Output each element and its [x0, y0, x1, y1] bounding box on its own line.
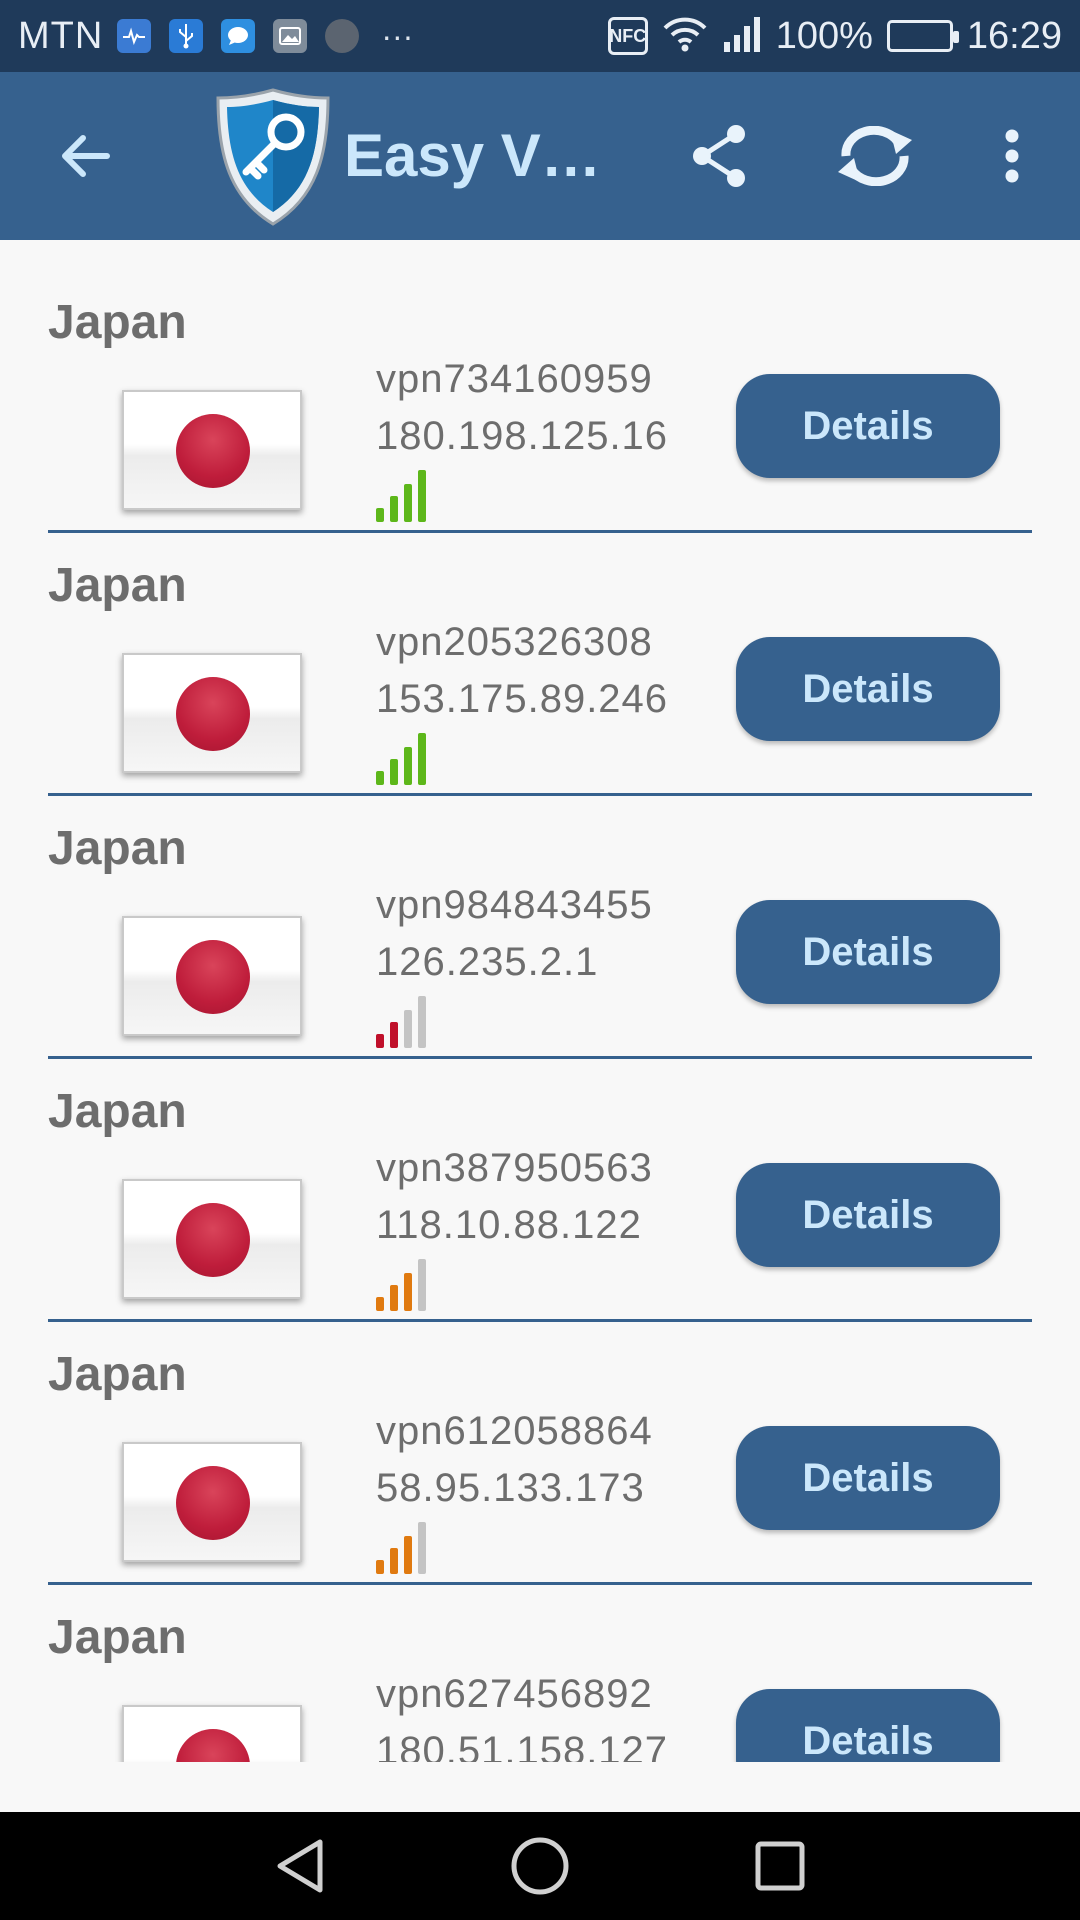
server-list[interactable]: Japan vpn734160959 180.198.125.16 Detail…: [0, 240, 1080, 1762]
signal-bar: [390, 496, 398, 522]
signal-bar: [376, 508, 384, 522]
signal-bar: [418, 470, 426, 522]
clock: 16:29: [966, 14, 1062, 57]
cell-signal-icon: [722, 16, 762, 57]
nav-home-button[interactable]: [480, 1812, 600, 1920]
signal-bar: [404, 1536, 412, 1574]
battery-charging-icon: [886, 20, 959, 52]
signal-bar: [404, 1010, 412, 1048]
server-ip: 180.198.125.16: [376, 414, 669, 458]
signal-strength-icon: [376, 1257, 440, 1311]
details-button[interactable]: Details: [736, 1426, 1000, 1530]
signal-bar: [418, 733, 426, 785]
refresh-button[interactable]: [815, 72, 935, 240]
nav-home-icon: [511, 1837, 569, 1895]
more-notifications-icon: ···: [381, 17, 414, 54]
server-ip: 118.10.88.122: [376, 1203, 642, 1247]
signal-strength-icon: [376, 468, 440, 522]
system-navigation-bar: [0, 1812, 1080, 1920]
server-hostname: vpn734160959: [376, 357, 653, 401]
server-ip: 58.95.133.173: [376, 1466, 645, 1510]
signal-strength-icon: [376, 731, 440, 785]
details-button[interactable]: Details: [736, 374, 1000, 478]
app-bar: Easy V…: [0, 72, 1080, 240]
server-list-item: Japan vpn387950563 118.10.88.122 Details: [48, 1059, 1032, 1322]
more-vert-icon: [1005, 129, 1019, 183]
server-ip: 180.51.158.127: [376, 1729, 669, 1762]
shield-key-logo: [216, 88, 330, 226]
server-list-item: Japan vpn627456892 180.51.158.127 Detail…: [48, 1585, 1032, 1762]
carrier-label: MTN: [18, 14, 104, 57]
signal-bar: [390, 1022, 398, 1048]
country-name: Japan: [48, 296, 187, 349]
signal-bar: [418, 996, 426, 1048]
japan-flag-icon: [122, 916, 302, 1036]
server-list-item: Japan vpn205326308 153.175.89.246 Detail…: [48, 533, 1032, 796]
signal-bar: [404, 484, 412, 522]
server-hostname: vpn205326308: [376, 620, 653, 664]
signal-strength-icon: [376, 994, 440, 1048]
server-hostname: vpn627456892: [376, 1672, 653, 1716]
app-title: Easy V…: [344, 122, 601, 189]
signal-bar: [376, 1560, 384, 1574]
refresh-icon: [838, 126, 912, 186]
status-indicators: NFC 100% 16:29: [607, 14, 1062, 58]
signal-bar: [376, 771, 384, 785]
nav-back-button[interactable]: [240, 1812, 360, 1920]
nav-recents-button[interactable]: [720, 1812, 840, 1920]
server-hostname: vpn612058864: [376, 1409, 653, 1453]
country-name: Japan: [48, 559, 187, 612]
country-name: Japan: [48, 822, 187, 875]
share-icon: [693, 125, 745, 187]
message-notification-icon: [221, 19, 256, 53]
signal-strength-icon: [376, 1520, 440, 1574]
signal-bar: [418, 1259, 426, 1311]
signal-bar: [390, 1548, 398, 1574]
signal-bar: [404, 747, 412, 785]
arrow-back-icon: [62, 135, 110, 177]
back-button[interactable]: [25, 72, 145, 240]
country-name: Japan: [48, 1085, 187, 1138]
server-hostname: vpn387950563: [376, 1146, 653, 1190]
signal-bar: [376, 1297, 384, 1311]
japan-flag-icon: [122, 1705, 302, 1762]
signal-bar: [390, 1285, 398, 1311]
signal-bar: [390, 759, 398, 785]
signal-bar: [376, 1034, 384, 1048]
status-bar: MTN ··· NFC 100% 16:29: [0, 0, 1080, 72]
nav-back-icon: [277, 1839, 323, 1893]
share-button[interactable]: [660, 72, 780, 240]
gallery-notification-icon: [273, 19, 308, 53]
japan-flag-icon: [122, 1442, 302, 1562]
server-ip: 126.235.2.1: [376, 940, 599, 984]
signal-bar: [404, 1273, 412, 1311]
avatar-notification-icon: [325, 19, 360, 53]
server-ip: 153.175.89.246: [376, 677, 669, 721]
details-button[interactable]: Details: [736, 1163, 1000, 1267]
country-name: Japan: [48, 1348, 187, 1401]
details-button[interactable]: Details: [736, 637, 1000, 741]
health-notification-icon: [117, 19, 152, 53]
nfc-icon: NFC: [607, 17, 648, 55]
japan-flag-icon: [122, 390, 302, 510]
server-list-item: Japan vpn734160959 180.198.125.16 Detail…: [48, 270, 1032, 533]
wifi-icon: [662, 16, 708, 57]
japan-flag-icon: [122, 653, 302, 773]
country-name: Japan: [48, 1611, 187, 1664]
server-list-inner: Japan vpn734160959 180.198.125.16 Detail…: [0, 240, 1080, 1762]
usb-notification-icon: [169, 19, 204, 53]
details-button[interactable]: Details: [736, 1689, 1000, 1762]
nav-recents-icon: [755, 1841, 805, 1891]
server-list-item: Japan vpn984843455 126.235.2.1 Details: [48, 796, 1032, 1059]
battery-percent: 100%: [775, 14, 873, 57]
overflow-menu-button[interactable]: [952, 72, 1072, 240]
server-hostname: vpn984843455: [376, 883, 653, 927]
signal-bar: [418, 1522, 426, 1574]
server-list-item: Japan vpn612058864 58.95.133.173 Details: [48, 1322, 1032, 1585]
japan-flag-icon: [122, 1179, 302, 1299]
details-button[interactable]: Details: [736, 900, 1000, 1004]
